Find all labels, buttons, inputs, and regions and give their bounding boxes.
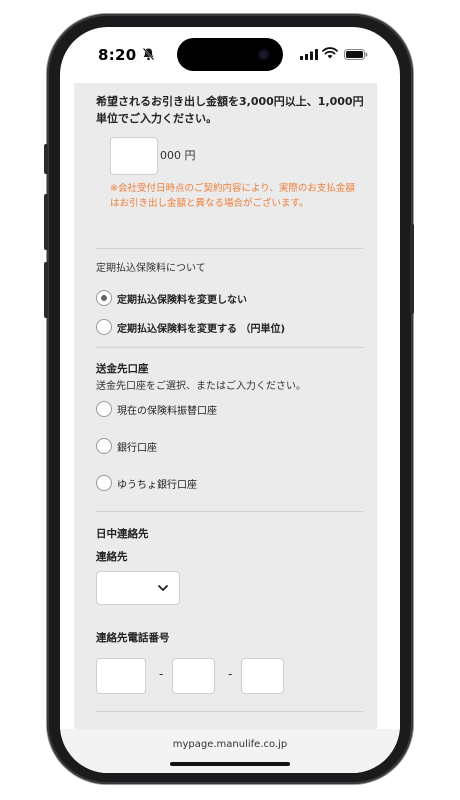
home-indicator[interactable] xyxy=(170,762,290,766)
radio-label: 定期払込保険料を変更する （円単位) xyxy=(117,323,286,335)
radio-button[interactable] xyxy=(96,438,112,454)
camera-icon xyxy=(258,49,269,60)
mute-switch xyxy=(44,144,48,174)
phone-part-3-input[interactable] xyxy=(241,658,284,694)
withdraw-instruction: 希望されるお引き出し金額を3,000円以上、1,000円単位でご入力ください。 xyxy=(96,95,364,125)
contact-label: 連絡先 xyxy=(96,551,128,563)
wifi-icon xyxy=(322,47,338,59)
form-panel: 希望されるお引き出し金額を3,000円以上、1,000円単位でご入力ください。 … xyxy=(72,83,377,729)
radio-button[interactable] xyxy=(96,290,112,306)
status-time: 8:20 xyxy=(98,46,137,64)
phone-separator: - xyxy=(159,667,164,681)
volume-up-button xyxy=(44,194,48,250)
radio-premium-change[interactable]: 定期払込保険料を変更する （円単位) xyxy=(96,319,285,335)
bell-slash-icon xyxy=(142,47,155,61)
volume-down-button xyxy=(44,262,48,318)
amount-note: ※会社受付日時点のご契約内容により、実際のお支払金額はお引き出し金額と異なる場合… xyxy=(110,183,355,209)
chevron-down-icon xyxy=(158,585,168,591)
divider xyxy=(96,347,364,348)
radio-button[interactable] xyxy=(96,401,112,417)
dynamic-island xyxy=(177,38,283,71)
divider xyxy=(96,248,364,249)
divider xyxy=(96,511,364,512)
withdraw-amount-input[interactable] xyxy=(110,137,158,175)
radio-current-premium-account[interactable]: 現在の保険料振替口座 xyxy=(96,401,217,417)
web-content: 希望されるお引き出し金額を3,000円以上、1,000円単位でご入力ください。 … xyxy=(60,83,400,729)
cellular-signal-icon xyxy=(300,49,318,60)
browser-address-bar[interactable]: mypage.manulife.co.jp xyxy=(60,729,400,773)
premium-section-label: 定期払込保険料について xyxy=(96,263,206,274)
radio-label: 定期払込保険料を変更しない xyxy=(117,294,247,306)
radio-label: ゆうちょ銀行口座 xyxy=(117,479,197,491)
remit-section-title: 送金先口座 xyxy=(96,363,149,375)
phone-separator: - xyxy=(228,667,233,681)
radio-premium-no-change[interactable]: 定期払込保険料を変更しない xyxy=(96,290,247,306)
remit-section-subtitle: 送金先口座をご選択、またはご入力ください。 xyxy=(96,381,306,392)
battery-icon xyxy=(344,49,368,60)
power-button xyxy=(410,224,414,314)
screen: 8:20 希望されるお引き出し金額を3,000円以上、1,000円単位でご入力く… xyxy=(60,27,400,773)
radio-label: 銀行口座 xyxy=(117,442,157,454)
radio-bank-account[interactable]: 銀行口座 xyxy=(96,438,157,454)
url-text[interactable]: mypage.manulife.co.jp xyxy=(60,739,400,750)
phone-part-2-input[interactable] xyxy=(172,658,215,694)
radio-japan-post-account[interactable]: ゆうちょ銀行口座 xyxy=(96,475,197,491)
phone-part-1-input[interactable] xyxy=(96,658,146,694)
radio-label: 現在の保険料振替口座 xyxy=(117,405,217,417)
phone-label: 連絡先電話番号 xyxy=(96,632,170,644)
divider xyxy=(96,711,364,712)
status-bar: 8:20 xyxy=(60,27,400,83)
contact-section-title: 日中連絡先 xyxy=(96,528,149,540)
radio-button[interactable] xyxy=(96,475,112,491)
amount-unit-label: 000 円 xyxy=(160,149,196,162)
contact-select[interactable] xyxy=(96,571,180,605)
radio-button[interactable] xyxy=(96,319,112,335)
